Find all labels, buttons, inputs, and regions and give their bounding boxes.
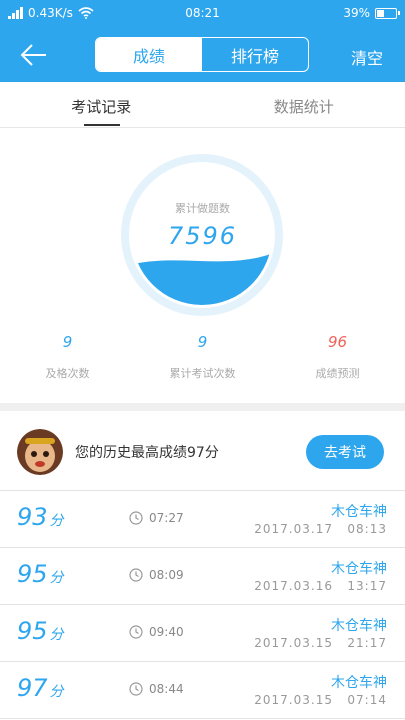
stat-pass-count: 9 及格次数 — [0, 333, 135, 381]
segment-ranking[interactable]: 排行榜 — [202, 38, 308, 71]
record-duration: 07:27 — [149, 511, 184, 525]
monkey-avatar-icon — [17, 429, 63, 475]
best-score-text: 您的历史最高成绩97分 — [75, 445, 219, 461]
record-score: 97 分 — [17, 674, 64, 702]
stat-label: 成绩预测 — [315, 367, 360, 380]
clock-icon — [129, 625, 143, 639]
record-score: 95 分 — [17, 560, 64, 588]
best-score-row: 您的历史最高成绩97分 去考试 — [0, 411, 405, 491]
clock-icon — [129, 682, 143, 696]
record-date: 2017.03.17 08:13 — [254, 522, 387, 536]
record-duration: 08:44 — [149, 682, 184, 696]
battery-icon — [375, 7, 400, 19]
record-score: 95 分 — [17, 617, 64, 645]
clock-icon — [129, 568, 143, 582]
record-score: 93 分 — [17, 503, 64, 531]
record-title: 木仓车神 — [331, 675, 387, 691]
score-unit: 分 — [49, 513, 64, 529]
score-value: 95 — [17, 560, 48, 588]
record-date: 2017.03.15 21:17 — [254, 636, 387, 650]
arrow-left-icon — [20, 44, 46, 66]
avatar — [17, 429, 63, 475]
list-item[interactable]: 95 分 09:40 木仓车神 2017.03.15 21:17 — [0, 605, 405, 662]
list-item[interactable]: 97 分 08:44 木仓车神 2017.03.15 07:14 — [0, 662, 405, 719]
go-exam-button[interactable]: 去考试 — [306, 435, 384, 469]
gauge-label: 累计做题数 — [175, 202, 230, 215]
gauge-value: 7596 — [167, 222, 238, 250]
battery-percent: 39% — [343, 6, 370, 20]
stat-label: 累计考试次数 — [169, 367, 236, 380]
tab-exam-records[interactable]: 考试记录 — [0, 82, 203, 127]
tab-bar: 考试记录 数据统计 — [0, 82, 405, 128]
clear-button[interactable]: 清空 — [351, 45, 383, 69]
clock-icon — [129, 511, 143, 525]
stat-value: 9 — [62, 333, 73, 351]
score-unit: 分 — [49, 684, 64, 700]
segment-scores[interactable]: 成绩 — [96, 38, 202, 71]
stat-value: 96 — [327, 333, 348, 351]
score-value: 93 — [17, 503, 48, 531]
score-unit: 分 — [49, 570, 64, 586]
section-divider — [0, 403, 405, 411]
score-unit: 分 — [49, 627, 64, 643]
record-duration: 08:09 — [149, 568, 184, 582]
score-value: 95 — [17, 617, 48, 645]
record-date: 2017.03.16 13:17 — [254, 579, 387, 593]
records-list: 93 分 07:27 木仓车神 2017.03.17 08:13 95 分 08:0… — [0, 491, 405, 719]
stat-label: 及格次数 — [45, 367, 90, 380]
record-title: 木仓车神 — [331, 618, 387, 634]
segment-control: 成绩 排行榜 — [95, 37, 309, 72]
list-item[interactable]: 93 分 07:27 木仓车神 2017.03.17 08:13 — [0, 491, 405, 548]
record-date: 2017.03.15 07:14 — [254, 693, 387, 707]
record-title: 木仓车神 — [331, 504, 387, 520]
nav-bar: 成绩 排行榜 清空 — [0, 28, 405, 82]
tab-data-stats[interactable]: 数据统计 — [203, 82, 405, 127]
record-title: 木仓车神 — [331, 561, 387, 577]
stat-value: 9 — [197, 333, 208, 351]
stat-score-prediction: 96 成绩预测 — [270, 333, 405, 381]
gauge-section: 累计做题数 7596 9 及格次数 9 累计考试次数 96 成绩预测 — [0, 128, 405, 403]
score-value: 97 — [17, 674, 48, 702]
stats-row: 9 及格次数 9 累计考试次数 96 成绩预测 — [0, 333, 405, 381]
status-right: 39% — [343, 6, 400, 20]
stat-exam-count: 9 累计考试次数 — [135, 333, 270, 381]
status-bar: 0.43K/s 08:21 39% — [0, 0, 405, 28]
record-duration: 09:40 — [149, 625, 184, 639]
list-item[interactable]: 95 分 08:09 木仓车神 2017.03.16 13:17 — [0, 548, 405, 605]
gauge-wave-fill — [132, 252, 272, 305]
back-button[interactable] — [18, 40, 50, 70]
